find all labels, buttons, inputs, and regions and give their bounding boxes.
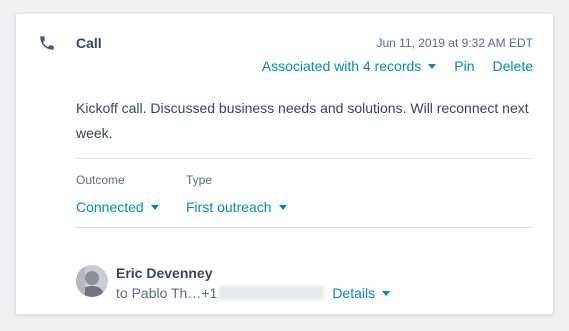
recipient-text: to Pablo Th…+1 bbox=[116, 285, 218, 301]
contact-recipient: to Pablo Th…+1 Details bbox=[116, 285, 391, 301]
contact-name: Eric Devenney bbox=[116, 265, 213, 281]
activity-title: Call bbox=[76, 35, 102, 51]
outcome-value: Connected bbox=[76, 199, 144, 215]
activity-timestamp: Jun 11, 2019 at 9:32 AM EDT bbox=[376, 36, 533, 50]
divider bbox=[76, 158, 533, 159]
delete-button[interactable]: Delete bbox=[493, 58, 533, 74]
activity-actions: Associated with 4 records Pin Delete bbox=[262, 58, 533, 74]
type-dropdown[interactable]: First outreach bbox=[186, 199, 287, 215]
call-activity-card: Call Jun 11, 2019 at 9:32 AM EDT Associa… bbox=[15, 13, 554, 315]
avatar bbox=[76, 265, 108, 297]
divider bbox=[76, 227, 533, 228]
activity-body: Kickoff call. Discussed business needs a… bbox=[76, 100, 529, 141]
pin-button[interactable]: Pin bbox=[454, 58, 474, 74]
chevron-down-icon bbox=[428, 63, 437, 69]
redacted-phone-number bbox=[219, 286, 325, 300]
type-label: Type bbox=[186, 173, 213, 187]
details-dropdown[interactable]: Details bbox=[332, 285, 391, 301]
type-value: First outreach bbox=[186, 199, 272, 215]
phone-icon bbox=[40, 36, 54, 50]
chevron-down-icon bbox=[150, 204, 159, 210]
chevron-down-icon bbox=[278, 204, 287, 210]
outcome-label: Outcome bbox=[76, 173, 125, 187]
chevron-down-icon bbox=[382, 290, 391, 296]
details-label: Details bbox=[332, 285, 376, 301]
outcome-dropdown[interactable]: Connected bbox=[76, 199, 159, 215]
associated-records-label: Associated with 4 records bbox=[261, 58, 422, 74]
associated-records-dropdown[interactable]: Associated with 4 records bbox=[262, 58, 437, 74]
